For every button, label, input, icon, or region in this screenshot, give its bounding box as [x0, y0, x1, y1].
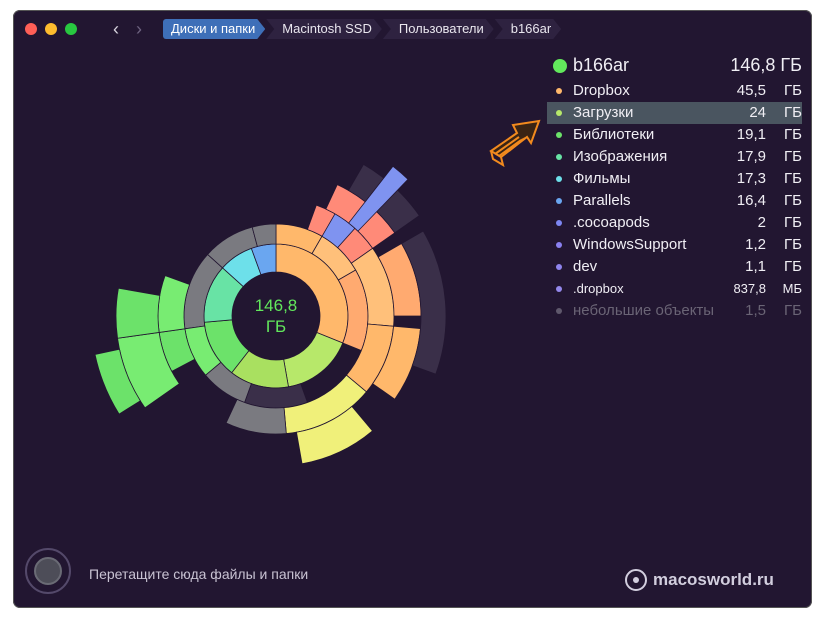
legend-item-unit: ГБ — [784, 236, 802, 253]
legend-item-unit: ГБ — [784, 170, 802, 187]
folder-size: 146,8 ГБ — [730, 55, 802, 75]
legend-item-unit: ГБ — [784, 82, 802, 99]
legend-item[interactable]: WindowsSupport 1,2 ГБ — [547, 234, 802, 256]
legend-panel: b166ar 146,8 ГБ Dropbox 45,5 ГБ Загрузки 24 Г… — [547, 54, 802, 322]
color-dot-icon — [556, 110, 562, 116]
legend-header: b166ar 146,8 ГБ — [547, 54, 802, 80]
legend-item-name: Библиотеки — [573, 126, 655, 143]
legend-item[interactable]: Изображения 17,9 ГБ — [547, 146, 802, 168]
legend-item-value: 17,9 — [736, 148, 766, 165]
legend-item-value: 19,1 — [736, 126, 766, 143]
legend-item-name: WindowsSupport — [573, 236, 687, 253]
legend-item-value: 1,1 — [745, 258, 766, 275]
color-dot-icon — [556, 88, 562, 94]
annotation-arrow-icon — [489, 119, 541, 168]
legend-item-unit: ГБ — [784, 302, 802, 319]
legend-item-value: 837,8 — [733, 281, 766, 296]
legend-item-name: Загрузки — [573, 104, 634, 121]
legend-item-name: Фильмы — [573, 170, 631, 187]
legend-item-value: 1,2 — [745, 236, 766, 253]
legend-item[interactable]: Фильмы 17,3 ГБ — [547, 168, 802, 190]
watermark-logo-icon — [625, 569, 647, 591]
color-dot-icon — [556, 242, 562, 248]
legend-item[interactable]: Dropbox 45,5 ГБ — [547, 80, 802, 102]
color-dot-icon — [556, 220, 562, 226]
legend-item[interactable]: Загрузки 24 ГБ — [547, 102, 802, 124]
center-size-value: 146,8 — [255, 296, 298, 315]
libraries-segment[interactable] — [115, 287, 161, 339]
legend-item-value: 1,5 — [745, 302, 766, 319]
drop-target-icon[interactable] — [25, 548, 71, 594]
center-size-unit: ГБ — [266, 317, 286, 336]
legend-item-value: 17,3 — [736, 170, 766, 187]
legend-item-value: 45,5 — [736, 82, 766, 99]
legend-item[interactable]: Библиотеки 19,1 ГБ — [547, 124, 802, 146]
legend-item-unit: ГБ — [784, 104, 802, 121]
legend-item[interactable]: небольшие объекты 1,5 ГБ — [547, 300, 802, 322]
watermark-text: macosworld.ru — [653, 570, 774, 589]
legend-item-unit: ГБ — [784, 148, 802, 165]
legend-item[interactable]: .dropbox 837,8 МБ — [547, 278, 802, 300]
legend-item-name: Изображения — [573, 148, 668, 165]
color-dot-icon — [556, 176, 562, 182]
legend-item[interactable]: dev 1,1 ГБ — [547, 256, 802, 278]
folder-name: b166ar — [573, 55, 630, 75]
color-dot-icon — [556, 308, 562, 314]
legend-item[interactable]: Parallels 16,4 ГБ — [547, 190, 802, 212]
legend-item-name: .cocoapods — [573, 214, 650, 231]
legend-item[interactable]: .cocoapods 2 ГБ — [547, 212, 802, 234]
legend-item-value: 16,4 — [736, 192, 766, 209]
legend-item-value: 2 — [757, 214, 766, 231]
legend-item-unit: ГБ — [784, 258, 802, 275]
legend-item-name: небольшие объекты — [573, 302, 715, 319]
app-window: ‹ › Диски и папки Macintosh SSD Пользова… — [13, 10, 812, 608]
legend-item-unit: ГБ — [784, 126, 802, 143]
color-dot-icon — [556, 132, 562, 138]
color-dot-icon — [556, 286, 562, 292]
legend-item-name: dev — [573, 258, 598, 275]
legend-item-name: Parallels — [573, 192, 631, 209]
drop-hint-text: Перетащите сюда файлы и папки — [89, 566, 309, 582]
color-dot-icon — [556, 154, 562, 160]
legend-item-name: Dropbox — [573, 82, 630, 99]
watermark: macosworld.ru — [625, 569, 774, 591]
legend-item-value: 24 — [749, 104, 766, 121]
legend-item-unit: МБ — [782, 281, 802, 296]
center-button[interactable] — [232, 272, 320, 360]
folder-color-dot-icon — [553, 59, 567, 73]
legend-item-unit: ГБ — [784, 214, 802, 231]
color-dot-icon — [556, 264, 562, 270]
legend-item-unit: ГБ — [784, 192, 802, 209]
color-dot-icon — [556, 198, 562, 204]
legend-item-name: .dropbox — [573, 281, 624, 296]
